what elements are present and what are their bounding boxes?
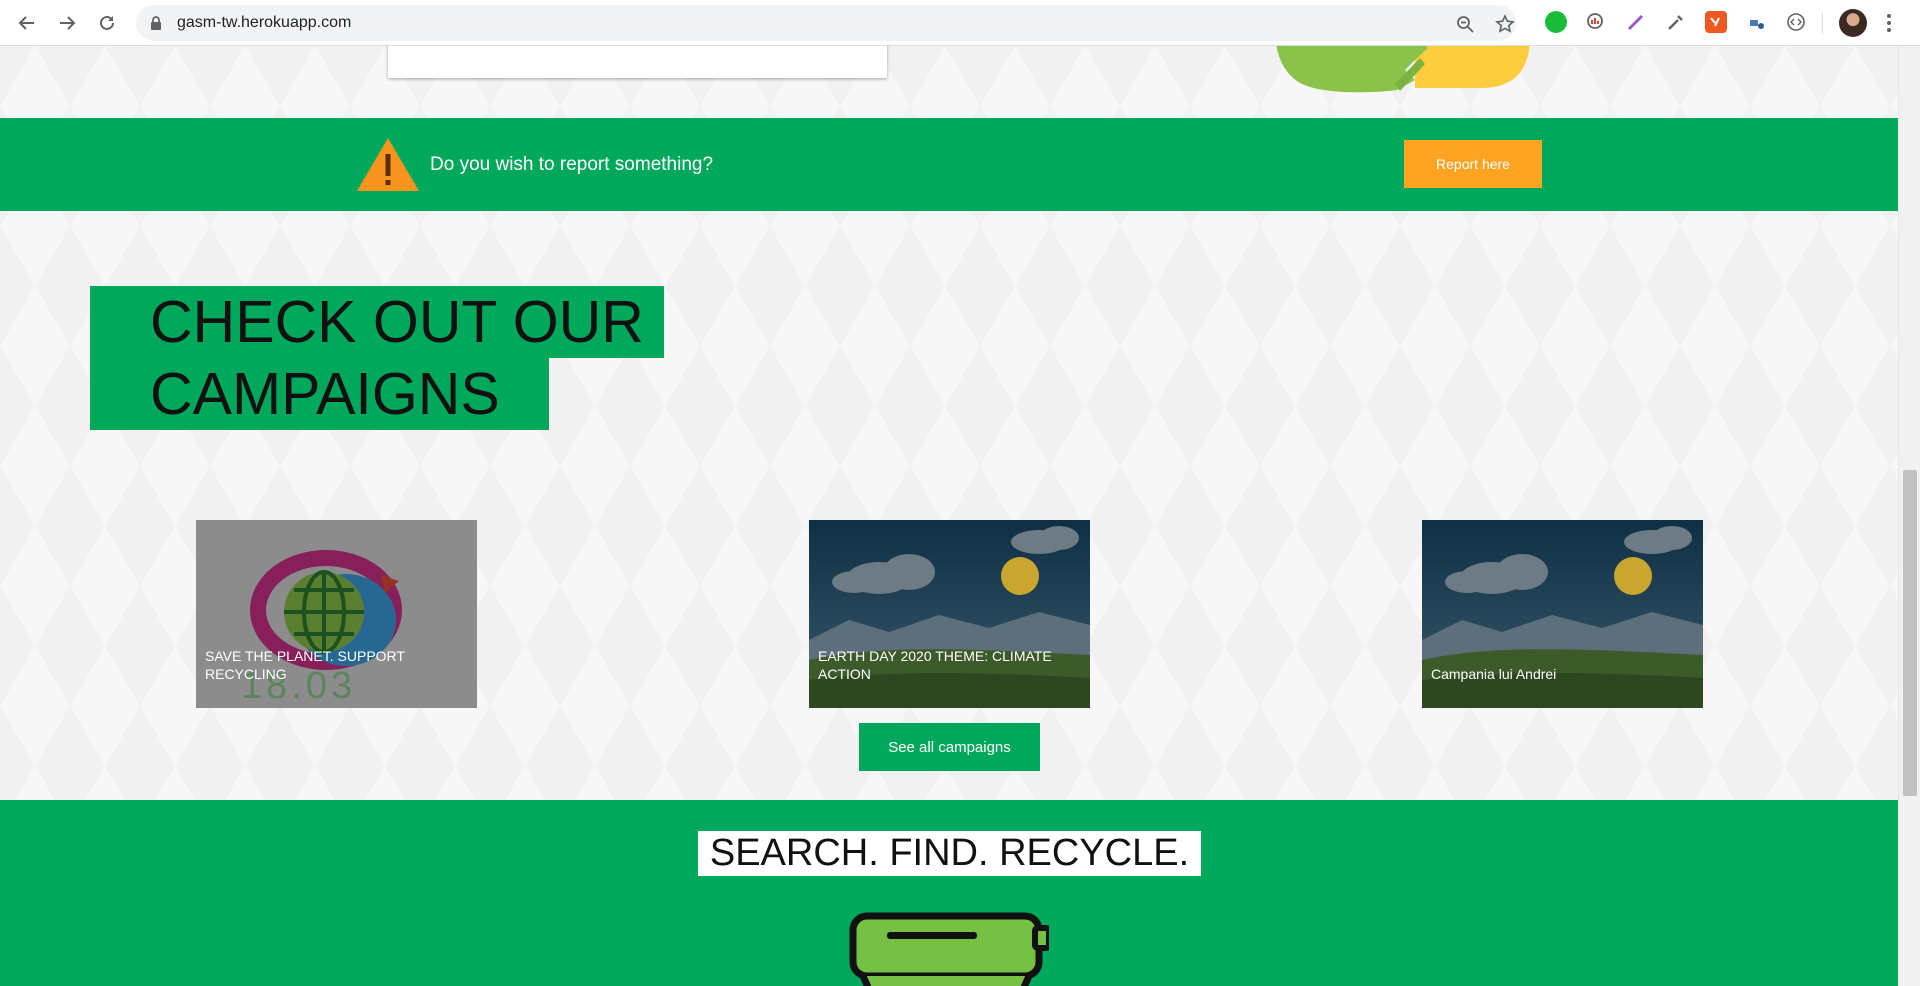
profile-avatar[interactable]	[1839, 9, 1867, 37]
lock-icon	[151, 16, 161, 30]
zoom-button[interactable]	[1455, 14, 1475, 34]
back-button[interactable]	[13, 9, 41, 37]
ya-icon	[1710, 17, 1720, 27]
satellite-icon	[1750, 20, 1764, 29]
address-bar[interactable]: gasm-tw.herokuapp.com	[136, 5, 1516, 41]
campaign-card[interactable]: 18.03 SAVE THE PLANET. SUPPORT RECYCLING	[196, 520, 477, 708]
forward-button[interactable]	[53, 9, 81, 37]
kebab-menu-icon[interactable]	[1884, 11, 1894, 35]
bookmark-button[interactable]	[1495, 14, 1515, 34]
star-icon	[1495, 14, 1515, 33]
info-card	[388, 46, 887, 78]
extension-code-icon[interactable]	[1785, 11, 1807, 33]
extension-green-icon[interactable]	[1545, 11, 1567, 33]
page-scrollbar[interactable]	[1898, 46, 1920, 986]
see-all-campaigns-button[interactable]: See all campaigns	[859, 723, 1040, 771]
arrow-left-icon	[18, 16, 34, 30]
campaign-card[interactable]: EARTH DAY 2020 THEME: CLIMATE ACTION	[809, 520, 1090, 708]
extension-satellite-icon[interactable]	[1745, 11, 1767, 33]
eyedropper-icon	[1668, 15, 1683, 30]
report-prompt: Do you wish to report something?	[430, 154, 714, 175]
zoom-icon	[1457, 16, 1474, 33]
extension-eyedropper-icon[interactable]	[1665, 11, 1687, 33]
campaign-card-title: SAVE THE PLANET. SUPPORT RECYCLING	[205, 648, 405, 682]
reload-button[interactable]	[93, 9, 121, 37]
url-text: gasm-tw.herokuapp.com	[177, 14, 352, 31]
report-banner: Do you wish to report something? Report …	[0, 118, 1898, 211]
campaign-card-title: EARTH DAY 2020 THEME: CLIMATE ACTION	[818, 648, 1052, 682]
browser-toolbar: gasm-tw.herokuapp.com	[0, 0, 1920, 46]
campaign-card[interactable]: Campania lui Andrei	[1422, 520, 1703, 708]
recycle-bin-icon	[849, 912, 1049, 986]
search-section: SEARCH. FIND. RECYCLE.	[0, 800, 1898, 986]
campaigns-heading-line-2: CAMPAIGNS	[90, 358, 549, 430]
warning-icon	[357, 138, 419, 191]
extension-chart-icon[interactable]	[1585, 11, 1607, 33]
campaigns-heading-line-1: CHECK OUT OUR	[90, 286, 664, 358]
report-button[interactable]: Report here	[1404, 140, 1542, 188]
page-content: Do you wish to report something? Report …	[0, 46, 1898, 986]
extension-pen-icon[interactable]	[1625, 11, 1647, 33]
recycle-arrow-illustration	[1276, 46, 1530, 93]
toolbar-divider	[1822, 12, 1823, 34]
pen-icon	[1627, 14, 1644, 31]
extension-orange-icon[interactable]	[1705, 11, 1727, 33]
search-section-title: SEARCH. FIND. RECYCLE.	[698, 831, 1201, 876]
scrollbar-thumb[interactable]	[1903, 470, 1917, 796]
arrow-right-icon	[60, 16, 76, 30]
campaign-card-title: Campania lui Andrei	[1431, 666, 1557, 682]
reload-icon	[100, 15, 114, 30]
code-circle-icon	[1787, 13, 1805, 31]
chart-search-icon	[1587, 13, 1603, 29]
